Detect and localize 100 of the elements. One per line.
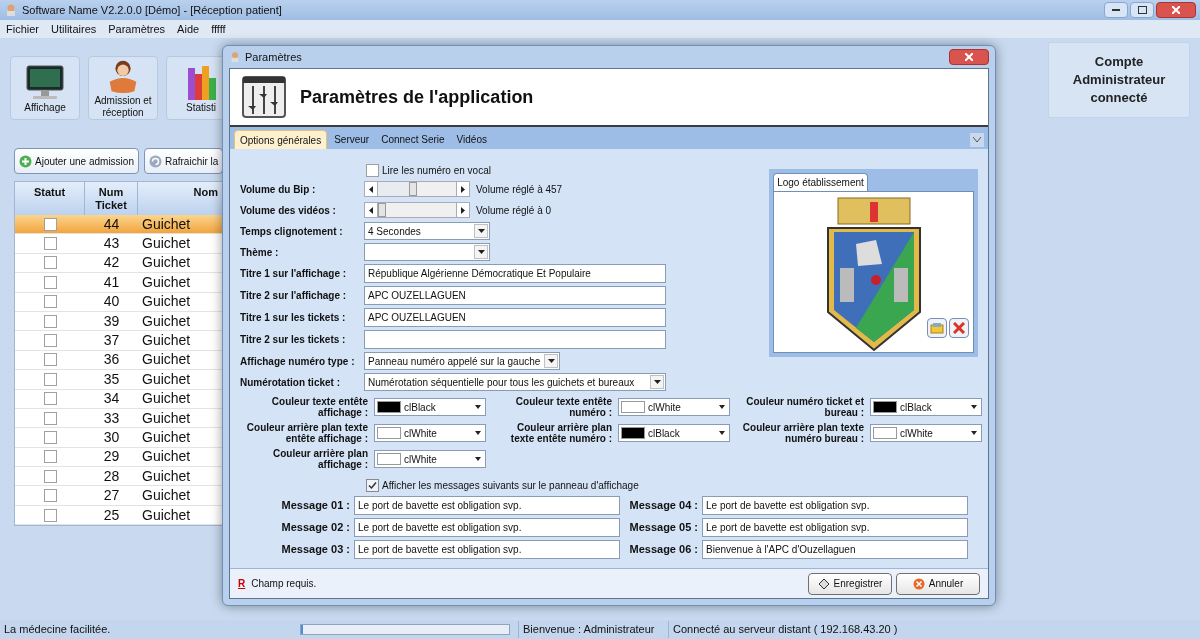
- table-cell-text: 40: [102, 292, 121, 312]
- status-checkbox[interactable]: [43, 450, 57, 464]
- slider-thumb[interactable]: [378, 203, 386, 217]
- column-header[interactable]: Nom: [138, 182, 218, 215]
- status-checkbox[interactable]: [43, 275, 57, 289]
- dropdown[interactable]: Numérotation séquentielle pour tous les guichets et bureaux: [364, 373, 666, 391]
- dropdown[interactable]: 4 Secondes: [364, 222, 490, 240]
- toolbar-button[interactable]: Admission et réception: [88, 56, 158, 120]
- field-label: Couleur numéro ticket et bureau :: [745, 396, 864, 418]
- message-input[interactable]: Le port de bavette est obligation svp.: [354, 518, 620, 537]
- settings-tab[interactable]: Options générales: [234, 130, 328, 149]
- table-cell-text: Guichet: [141, 253, 191, 273]
- table-cell-text: 39: [102, 311, 121, 331]
- cancel-button[interactable]: Annuler: [896, 572, 980, 595]
- slider-right-button[interactable]: [456, 202, 470, 218]
- color-dropdown[interactable]: clWhite: [374, 450, 486, 468]
- status-checkbox[interactable]: [43, 217, 57, 231]
- status-checkbox[interactable]: [43, 237, 57, 251]
- toolbar-button[interactable]: Affichage: [10, 56, 80, 120]
- menu-item[interactable]: Aide: [177, 20, 200, 38]
- table-cell-text: 36: [102, 350, 121, 370]
- message-input[interactable]: Bienvenue à l'APC d'Ouzellaguen: [702, 540, 968, 559]
- color-dropdown[interactable]: clWhite: [870, 424, 982, 442]
- cancel-icon: [912, 577, 925, 590]
- dropdown[interactable]: Panneau numéro appelé sur la gauche: [364, 352, 560, 370]
- maximize-button[interactable]: [1130, 2, 1154, 18]
- table-cell-text: Guichet: [141, 234, 191, 254]
- table-cell-text: Guichet: [141, 486, 191, 506]
- status-checkbox[interactable]: [43, 508, 57, 522]
- table-cell-text: Guichet: [141, 428, 191, 447]
- status-checkbox[interactable]: [43, 256, 57, 270]
- text-input[interactable]: [364, 330, 666, 349]
- status-checkbox[interactable]: [43, 372, 57, 386]
- field-label: Volume du Bip :: [240, 182, 317, 197]
- table-cell-text: 25: [102, 505, 121, 525]
- delete-button[interactable]: [949, 318, 969, 338]
- table-cell-text: Guichet: [141, 311, 191, 331]
- tabs-menu-icon[interactable]: [970, 133, 984, 147]
- status-checkbox[interactable]: [43, 469, 57, 483]
- status-checkbox[interactable]: [43, 489, 57, 503]
- text-input[interactable]: APC OUZELLAGUEN: [364, 308, 666, 327]
- close-button[interactable]: [1156, 2, 1196, 18]
- menu-item[interactable]: fffff: [211, 20, 226, 38]
- color-dropdown[interactable]: clBlack: [870, 398, 982, 416]
- slider-right-button[interactable]: [456, 181, 470, 197]
- minimize-button[interactable]: [1104, 2, 1128, 18]
- action-button[interactable]: Rafraichir la: [143, 148, 224, 174]
- message-input[interactable]: Le port de bavette est obligation svp.: [354, 496, 620, 515]
- status-checkbox[interactable]: [43, 334, 57, 348]
- logo-tab[interactable]: Logo établissement: [773, 173, 868, 191]
- vocal-checkbox[interactable]: [366, 163, 379, 177]
- status-checkbox[interactable]: [43, 314, 57, 328]
- status-checkbox[interactable]: [43, 295, 57, 309]
- table-cell-text: Guichet: [141, 350, 191, 370]
- color-dropdown[interactable]: clBlack: [374, 398, 486, 416]
- save-button[interactable]: Enregistrer: [808, 572, 892, 595]
- message-input[interactable]: Le port de bavette est obligation svp.: [702, 518, 968, 537]
- table-cell-text: 28: [102, 466, 121, 486]
- message-input[interactable]: Le port de bavette est obligation svp.: [354, 540, 620, 559]
- field-label: Titre 1 sur les tickets :: [240, 311, 347, 325]
- table-cell-text: 33: [102, 408, 121, 428]
- text-input[interactable]: APC OUZELLAGUEN: [364, 286, 666, 305]
- right-arrow-icon[interactable]: [461, 206, 465, 214]
- status-checkbox[interactable]: [43, 431, 57, 444]
- status-checkbox[interactable]: [43, 392, 57, 406]
- menu-item[interactable]: Paramètres: [108, 20, 166, 38]
- slider-thumb[interactable]: [409, 182, 418, 196]
- status-checkbox[interactable]: [43, 353, 57, 367]
- settings-tab[interactable]: Vidéos: [451, 130, 492, 149]
- maximize-icon: [1137, 6, 1147, 14]
- right-arrow-icon[interactable]: [461, 185, 465, 193]
- table-cell-text: 37: [102, 331, 121, 351]
- volume-reading: Volume réglé à 0: [476, 203, 552, 218]
- slider-left-button[interactable]: [364, 202, 378, 218]
- messages-checkbox[interactable]: [366, 478, 379, 492]
- left-arrow-icon[interactable]: [369, 206, 373, 214]
- color-dropdown[interactable]: clBlack: [618, 424, 730, 442]
- color-dropdown[interactable]: clWhite: [618, 398, 730, 416]
- settings-tab[interactable]: Connect Serie: [376, 130, 450, 149]
- status-checkbox[interactable]: [43, 411, 57, 425]
- add-icon: [19, 154, 32, 168]
- left-arrow-icon[interactable]: [369, 185, 373, 193]
- field-label: Message 03 :: [280, 543, 350, 556]
- text-input[interactable]: République Algérienne Démocratique Et Populaire: [364, 264, 666, 283]
- app-icon: [4, 3, 18, 17]
- slider-left-button[interactable]: [364, 181, 378, 197]
- close-button[interactable]: [949, 49, 989, 65]
- menu-item[interactable]: Fichier: [6, 20, 39, 38]
- open-folder-button[interactable]: [927, 318, 947, 338]
- settings-tab[interactable]: Serveur: [329, 130, 375, 149]
- status-text: La médecine facilitée.: [3, 622, 112, 638]
- field-label: Message 04 :: [628, 499, 698, 512]
- close-icon: [965, 53, 973, 61]
- action-button[interactable]: Ajouter une admission: [14, 148, 139, 174]
- color-dropdown[interactable]: clWhite: [374, 424, 486, 442]
- menu-item[interactable]: Utilitaires: [51, 20, 97, 38]
- table-cell-text: 41: [102, 272, 121, 292]
- app-icon: [229, 51, 241, 63]
- message-input[interactable]: Le port de bavette est obligation svp.: [702, 496, 968, 515]
- checkbox-label: Afficher les messages suivants sur le panneau d'affichage: [382, 478, 639, 493]
